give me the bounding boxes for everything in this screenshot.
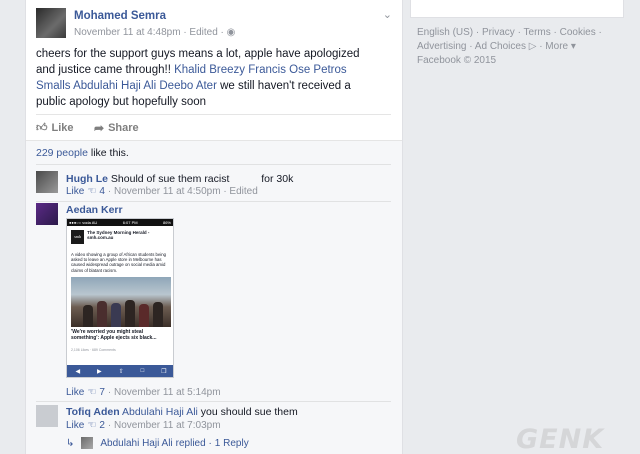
commenter-name[interactable]: Tofiq Aden [66, 406, 120, 418]
commenter-avatar[interactable] [36, 171, 58, 193]
post-text: cheers for the support guys means a lot,… [36, 46, 381, 110]
post-meta: November 11 at 4:48pm · Edited · ◉ [74, 27, 235, 38]
post-timestamp[interactable]: November 11 at 4:48pm · Edited · [74, 27, 227, 38]
comments-section: 229 people like this. Hugh Le Should of … [26, 140, 402, 454]
comment-like-link[interactable]: Like [66, 420, 84, 431]
comment-like-link[interactable]: Like [66, 186, 84, 197]
divider [36, 401, 391, 402]
comment-body: Aedan Kerr [66, 204, 123, 216]
share-label: Share [108, 122, 139, 134]
commenter-name[interactable]: Aedan Kerr [66, 204, 123, 216]
right-column-box [410, 0, 624, 18]
article-caption: 'We're worried you might steal something… [71, 329, 157, 341]
genk-watermark: GENK [516, 424, 605, 454]
reply-arrow-icon: ↳ [66, 437, 75, 449]
tagged-person[interactable]: Abdulahi Haji Ali [122, 406, 198, 418]
share-arrow-icon: ➦ [94, 121, 105, 135]
divider [36, 164, 391, 165]
divider [36, 201, 391, 202]
likes-count-link[interactable]: 229 people [36, 147, 88, 159]
comment-meta: Like ☜ 4 · November 11 at 4:50pm · Edite… [66, 186, 258, 197]
comment-timestamp[interactable]: · November 11 at 4:50pm · Edited [108, 186, 258, 197]
footer-links-line-1[interactable]: English (US) · Privacy · Terms · Cookies… [417, 26, 617, 40]
likes-summary: 229 people like this. [36, 147, 129, 159]
comment-attached-screenshot[interactable]: ●●●○○ voda AU 6:07 PM 86% smh The Sydney… [66, 218, 174, 378]
comment-body: Tofiq Aden Abdulahi Haji Ali you should … [66, 406, 298, 418]
article-header: smh The Sydney Morning Herald - smh.com.… [71, 230, 171, 248]
back-icon: ◀ [75, 368, 81, 375]
post-header: Mohamed Semra November 11 at 4:48pm · Ed… [36, 8, 392, 42]
comment-timestamp[interactable]: · November 11 at 5:14pm [108, 387, 221, 398]
comment-text: Should of sue them racist [110, 173, 230, 185]
comment-body: Hugh Le Should of sue them racist for 30… [66, 173, 293, 185]
reply-avatar [81, 437, 94, 449]
comment-meta: Like ☜ 2 · November 11 at 7:03pm [66, 420, 221, 431]
phone-time: 6:07 PM [122, 220, 138, 225]
share-button[interactable]: ➦ Share [94, 121, 139, 135]
post-actions: 👍︎ Like ➦ Share [36, 114, 391, 140]
article-photo [71, 277, 171, 327]
footer-copyright: Facebook © 2015 [417, 55, 497, 66]
share-icon: ⇧ [118, 368, 124, 375]
reply-action: replied · [175, 437, 212, 449]
comment-text-tail: for 30k [261, 173, 294, 185]
comment-like-count[interactable]: 4 [99, 186, 105, 197]
thumbs-up-icon: ☜ [87, 387, 97, 398]
like-button[interactable]: 👍︎ Like [36, 121, 74, 135]
likes-suffix: like this. [87, 147, 129, 159]
bookmark-icon: □ [140, 368, 145, 374]
comment-timestamp[interactable]: · November 11 at 7:03pm [108, 420, 221, 431]
commenter-avatar[interactable] [36, 405, 58, 427]
replies-link[interactable]: ↳ Abdulahi Haji Ali replied · 1 Reply [66, 437, 249, 449]
author-avatar[interactable] [36, 8, 66, 38]
like-label: Like [51, 121, 74, 134]
comment-text: you should sue them [197, 406, 298, 418]
thumbs-up-icon: ☜ [87, 186, 97, 197]
reply-count[interactable]: 1 Reply [215, 438, 249, 449]
battery-text: 86% [162, 220, 171, 225]
footer-links: English (US) · Privacy · Terms · Cookies… [417, 26, 617, 68]
comment-like-count[interactable]: 2 [99, 420, 105, 431]
tabs-icon: ❐ [161, 368, 167, 375]
commenter-avatar[interactable] [36, 203, 58, 225]
chevron-down-icon[interactable]: ⌄ [383, 8, 392, 21]
article-source: The Sydney Morning Herald - smh.com.au [87, 230, 150, 240]
phone-status-bar: ●●●○○ voda AU 6:07 PM 86% [67, 219, 173, 226]
commenter-name[interactable]: Hugh Le [66, 173, 108, 185]
comment-like-link[interactable]: Like [66, 387, 84, 398]
comment-meta: Like ☜ 7 · November 11 at 5:14pm [66, 387, 221, 398]
phone-nav-bar: ◀ ▶ ⇧ □ ❐ [67, 365, 173, 377]
article-stats: 2,106 Likes · 689 Comments [71, 348, 116, 352]
thumbs-up-icon: 👍︎ [36, 122, 48, 134]
thumbs-up-icon: ☜ [87, 420, 97, 431]
comment-like-count[interactable]: 7 [99, 387, 105, 398]
reply-author[interactable]: Abdulahi Haji Ali [100, 438, 172, 449]
post-author[interactable]: Mohamed Semra [74, 10, 166, 22]
globe-icon: ◉ [226, 27, 236, 38]
carrier-text: ●●●○○ voda AU [69, 220, 98, 225]
post-card: Mohamed Semra November 11 at 4:48pm · Ed… [25, 0, 403, 454]
forward-icon: ▶ [97, 368, 102, 375]
footer-links-line-2[interactable]: Advertising · Ad Choices ▷ · More ▾ [417, 40, 617, 54]
smh-logo: smh [71, 230, 85, 244]
article-body: A video showing a group of African stude… [71, 252, 167, 273]
